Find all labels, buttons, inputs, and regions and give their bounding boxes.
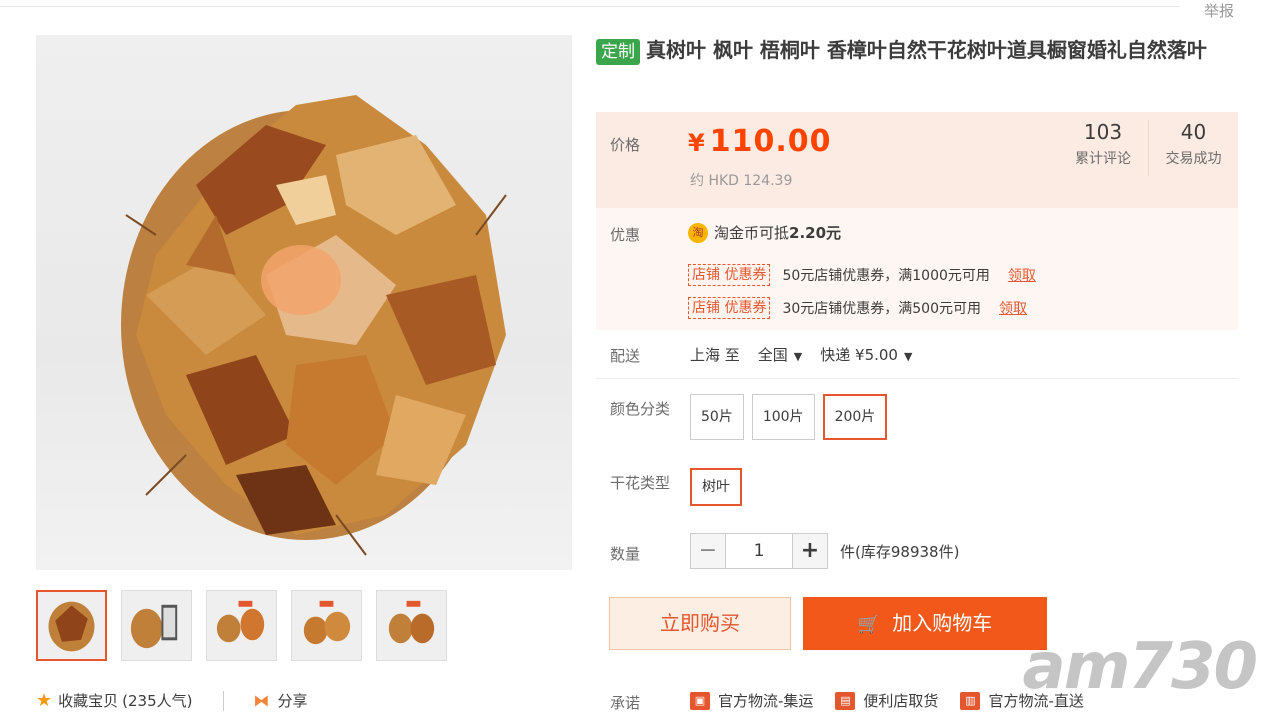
chevron-down-icon: ▼: [903, 350, 913, 363]
stat-number: 40: [1180, 120, 1207, 144]
favorite-label[interactable]: 收藏宝贝: [58, 690, 118, 711]
price-label: 价格: [610, 136, 641, 154]
cart-icon: 🛒: [857, 614, 881, 635]
logistics-icon: ▣: [690, 691, 710, 710]
quantity-plus-button[interactable]: +: [792, 533, 828, 569]
flower-type-label: 干花类型: [610, 474, 671, 492]
color-option-200[interactable]: 200片: [822, 394, 888, 440]
buy-now-button[interactable]: 立即购买: [609, 597, 791, 650]
coupon-tag: 店铺 优惠券: [688, 297, 771, 319]
hkd-price: 约 HKD 124.39: [690, 173, 793, 189]
promo-panel: 优惠 淘 淘金币可抵 2.20元 店铺 优惠券 50元店铺优惠券，满1000元可…: [596, 208, 1238, 330]
report-link[interactable]: 举报: [1204, 0, 1234, 21]
favorite-count: (235人气): [122, 692, 193, 710]
product-title-text: 真树叶 枫叶 梧桐叶 香樟叶自然干花树叶道具橱窗婚礼自然落叶: [646, 38, 1207, 62]
claim-coupon-link[interactable]: 领取: [1008, 265, 1036, 285]
currency-symbol: ¥: [688, 129, 706, 157]
coupon-text: 50元店铺优惠券，满1000元可用: [782, 268, 990, 284]
share-icon[interactable]: ⧓: [254, 691, 270, 710]
flower-type-option-leaf[interactable]: 树叶: [690, 468, 742, 506]
add-to-cart-button[interactable]: 🛒 加入购物车: [803, 597, 1047, 650]
stat-number: 103: [1083, 120, 1123, 144]
star-icon[interactable]: ★: [36, 690, 52, 711]
store-icon: ▤: [835, 691, 856, 710]
stat-label: 累计评论: [1075, 151, 1131, 167]
ship-destination-value: 全国: [757, 346, 788, 364]
promise-label: 承诺: [610, 694, 641, 712]
taojinbi-line: 淘 淘金币可抵 2.20元: [688, 222, 841, 243]
price-amount: 110.00: [709, 124, 832, 159]
coupon-row: 店铺 优惠券 50元店铺优惠券，满1000元可用 领取: [688, 264, 1036, 286]
top-divider: [0, 6, 1180, 7]
color-option-50[interactable]: 50片: [690, 394, 744, 440]
quantity-input[interactable]: 1: [726, 533, 792, 569]
taojinbi-coin-icon: 淘: [688, 222, 708, 243]
coupon-text: 30元店铺优惠券，满500元可用: [782, 301, 981, 317]
promise-item[interactable]: ▤ 便利店取货: [835, 690, 938, 711]
coupon-row: 店铺 优惠券 30元店铺优惠券，满500元可用 领取: [688, 297, 1027, 319]
ship-method-select[interactable]: 快递 ¥5.00 ▼: [820, 344, 912, 365]
coupon-tag: 店铺 优惠券: [688, 264, 771, 286]
thumbnail-5[interactable]: [376, 590, 447, 661]
am730-watermark-logo: am730: [1022, 630, 1258, 704]
claim-coupon-link[interactable]: 领取: [999, 298, 1027, 318]
promise-item[interactable]: ▣ 官方物流-集运: [690, 690, 813, 711]
thumbnail-3[interactable]: [206, 590, 277, 661]
stat-reviews[interactable]: 103 累计评论: [1058, 120, 1148, 176]
stat-label: 交易成功: [1165, 151, 1222, 167]
custom-tag: 定制: [596, 39, 640, 65]
product-title: 定制 真树叶 枫叶 梧桐叶 香樟叶自然干花树叶道具橱窗婚礼自然落叶: [596, 36, 1236, 65]
leaf-pile-illustration: [121, 95, 507, 556]
promise-item-label: 便利店取货: [863, 692, 939, 710]
quantity-label: 数量: [610, 545, 641, 563]
shipping-row: 上海 至 全国 ▼ 快递 ¥5.00 ▼: [690, 344, 912, 365]
taojinbi-amount: 2.20元: [789, 224, 842, 242]
thumbnail-1[interactable]: [36, 590, 107, 661]
delivery-icon: ▥: [960, 691, 981, 710]
price-value: ¥110.00: [688, 124, 831, 159]
stat-transactions[interactable]: 40 交易成功: [1148, 120, 1238, 176]
color-options: 50片 100片 200片: [690, 394, 888, 440]
ship-from: 上海 至: [690, 346, 740, 364]
share-label[interactable]: 分享: [278, 690, 308, 711]
shipping-label: 配送: [610, 347, 641, 365]
color-option-100[interactable]: 100片: [751, 394, 815, 440]
divider: [596, 378, 1238, 379]
promise-item-label: 官方物流-集运: [718, 692, 814, 710]
main-product-image[interactable]: [36, 35, 572, 570]
chevron-down-icon: ▼: [793, 350, 803, 363]
quantity-stepper: − 1 + 件(库存98938件): [690, 533, 959, 569]
color-label: 颜色分类: [610, 400, 671, 418]
quantity-minus-button[interactable]: −: [690, 533, 726, 569]
ship-method-value: 快递 ¥5.00: [820, 346, 898, 364]
add-to-cart-label: 加入购物车: [892, 611, 993, 635]
favorite-share-row: ★ 收藏宝贝 (235人气) ⧓ 分享: [36, 690, 308, 711]
divider: [222, 690, 224, 711]
flower-type-options: 树叶: [690, 468, 742, 506]
price-panel: 价格 ¥110.00 约 HKD 124.39 103 累计评论 40 交易成功: [596, 112, 1238, 208]
stats: 103 累计评论 40 交易成功: [1058, 120, 1238, 176]
thumbnail-strip: [36, 590, 447, 661]
stock-text: 件(库存98938件): [840, 542, 960, 561]
thumbnail-4[interactable]: [291, 590, 362, 661]
taojinbi-text: 淘金币可抵: [714, 224, 790, 242]
thumbnail-2[interactable]: [121, 590, 192, 661]
promo-label: 优惠: [610, 226, 641, 244]
ship-destination-select[interactable]: 全国 ▼: [758, 344, 802, 365]
